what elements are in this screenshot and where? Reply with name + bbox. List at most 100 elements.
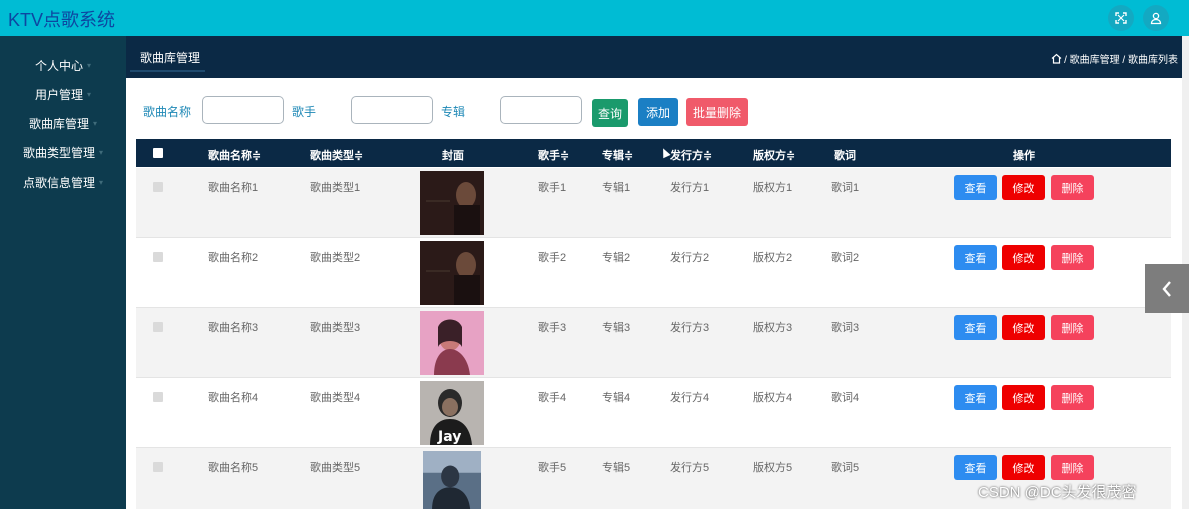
breadcrumb-path[interactable]: / 歌曲库管理 / 歌曲库列表 [1064,51,1178,66]
view-button[interactable]: 查看 [954,315,997,340]
delete-button[interactable]: 删除 [1051,175,1094,200]
column-lyrics: 歌词 [834,150,856,162]
album-cover-image [420,311,484,375]
batch-delete-button[interactable]: 批量删除 [686,98,748,126]
select-all-checkbox[interactable] [153,148,163,158]
row-checkbox[interactable] [153,392,163,402]
chevron-down-icon: ▾ [99,147,104,157]
cell-publisher: 发行方5 [670,462,710,474]
cell-album: 专辑3 [602,322,631,334]
row-checkbox[interactable] [153,462,163,472]
watermark: CSDN @DC头发很茂密 [978,484,1137,501]
cell-lyrics: 歌词2 [831,252,860,264]
song-name-input[interactable] [202,96,284,124]
edit-button[interactable]: 修改 [1002,455,1045,480]
row-checkbox[interactable] [153,182,163,192]
album-input[interactable] [500,96,582,124]
view-button[interactable]: 查看 [954,175,997,200]
column-actions: 操作 [1013,150,1035,162]
chevron-left-icon [1162,280,1171,297]
row-checkbox[interactable] [153,252,163,262]
collapse-panel-button[interactable] [1145,264,1189,313]
view-button[interactable]: 查看 [954,245,997,270]
cell-publisher: 发行方1 [670,182,710,194]
view-button[interactable]: 查看 [954,455,997,480]
column-song-type[interactable]: 歌曲类型≑ [310,147,363,163]
query-button[interactable]: 查询 [592,99,628,127]
album-cover-image [420,241,484,305]
sidebar-item-label: 用户管理 [34,87,83,102]
table-row: 歌曲名称3 歌曲类型3 歌手3 专辑3 发行方3 版权方3 歌词3 查看 修改 … [136,308,1171,378]
column-publisher[interactable]: 发行方≑ [670,147,712,163]
delete-button[interactable]: 删除 [1051,455,1094,480]
add-button[interactable]: 添加 [638,98,678,126]
album-cover-image: Jay [420,381,484,445]
cell-song-name: 歌曲名称1 [208,182,259,194]
cell-album: 专辑5 [602,462,631,474]
table-row: 歌曲名称2 歌曲类型2 歌手2 专辑2 发行方2 版权方2 歌词2 查看 修改 … [136,238,1171,308]
singer-label: 歌手 [292,105,317,119]
cell-publisher: 发行方2 [670,252,710,264]
edit-button[interactable]: 修改 [1002,315,1045,340]
sidebar-item-label: 个人中心 [34,58,83,73]
app-title: KTV点歌系统 [8,10,116,30]
sidebar-item-personal-center[interactable]: 个人中心 ▾ [0,51,126,79]
edit-button[interactable]: 修改 [1002,175,1045,200]
row-checkbox[interactable] [153,322,163,332]
chevron-down-icon: ▾ [93,118,98,128]
cell-song-type: 歌曲类型4 [310,392,361,404]
cell-singer: 歌手1 [538,182,567,194]
view-button[interactable]: 查看 [954,385,997,410]
delete-button[interactable]: 删除 [1051,245,1094,270]
column-cover: 封面 [442,150,464,162]
cell-song-name: 歌曲名称4 [208,392,259,404]
album-label: 专辑 [441,105,466,119]
cell-album: 专辑4 [602,392,631,404]
singer-input[interactable] [351,96,433,124]
column-song-name[interactable]: 歌曲名称≑ [208,147,261,163]
chevron-down-icon: ▾ [99,177,104,187]
cell-singer: 歌手4 [538,392,567,404]
cell-song-name: 歌曲名称2 [208,252,259,264]
edit-button[interactable]: 修改 [1002,385,1045,410]
cell-publisher: 发行方3 [670,322,710,334]
cell-lyrics: 歌词4 [831,392,860,404]
column-album[interactable]: 专辑≑ [602,147,633,163]
delete-button[interactable]: 删除 [1051,385,1094,410]
cell-lyrics: 歌词3 [831,322,860,334]
table-row: 歌曲名称4 歌曲类型4 Jay 歌手4 专辑4 发行方4 版权方4 歌词4 查看… [136,378,1171,448]
breadcrumb: / 歌曲库管理 / 歌曲库列表 [1051,51,1178,66]
sidebar-item-user-management[interactable]: 用户管理 ▾ [0,80,126,108]
chevron-down-icon: ▾ [87,60,92,70]
title-underline [130,70,205,72]
cell-singer: 歌手2 [538,252,567,264]
sidebar: 个人中心 ▾ 用户管理 ▾ 歌曲库管理 ▾ 歌曲类型管理 ▾ 点歌信息管理 ▾ [0,36,126,509]
cell-publisher: 发行方4 [670,392,710,404]
delete-button[interactable]: 删除 [1051,315,1094,340]
album-cover-image [420,171,484,235]
cell-copyright: 版权方1 [753,182,793,194]
column-copyright[interactable]: 版权方≑ [753,147,795,163]
sidebar-item-song-type[interactable]: 歌曲类型管理 ▾ [0,138,126,166]
cell-lyrics: 歌词1 [831,182,860,194]
cell-song-type: 歌曲类型1 [310,182,361,194]
user-icon[interactable] [1143,5,1169,31]
page-title: 歌曲库管理 [140,51,201,65]
table-row: 歌曲名称1 歌曲类型1 歌手1 专辑1 发行方1 版权方1 歌词1 查看 修改 … [136,168,1171,238]
top-bar: KTV点歌系统 [0,0,1189,36]
cell-singer: 歌手3 [538,322,567,334]
sidebar-item-label: 歌曲类型管理 [22,145,95,160]
cell-copyright: 版权方4 [753,392,793,404]
sidebar-item-song-request[interactable]: 点歌信息管理 ▾ [0,168,126,196]
cell-copyright: 版权方5 [753,462,793,474]
sidebar-item-label: 歌曲库管理 [28,116,89,131]
sidebar-item-song-library[interactable]: 歌曲库管理 ▾ [0,109,126,137]
cell-album: 专辑2 [602,252,631,264]
fullscreen-icon[interactable] [1108,5,1134,31]
column-singer[interactable]: 歌手≑ [538,147,569,163]
home-icon[interactable] [1051,53,1062,64]
cell-song-name: 歌曲名称5 [208,462,259,474]
edit-button[interactable]: 修改 [1002,245,1045,270]
page-header: 歌曲库管理 / 歌曲库管理 / 歌曲库列表 [126,36,1182,78]
cell-song-name: 歌曲名称3 [208,322,259,334]
